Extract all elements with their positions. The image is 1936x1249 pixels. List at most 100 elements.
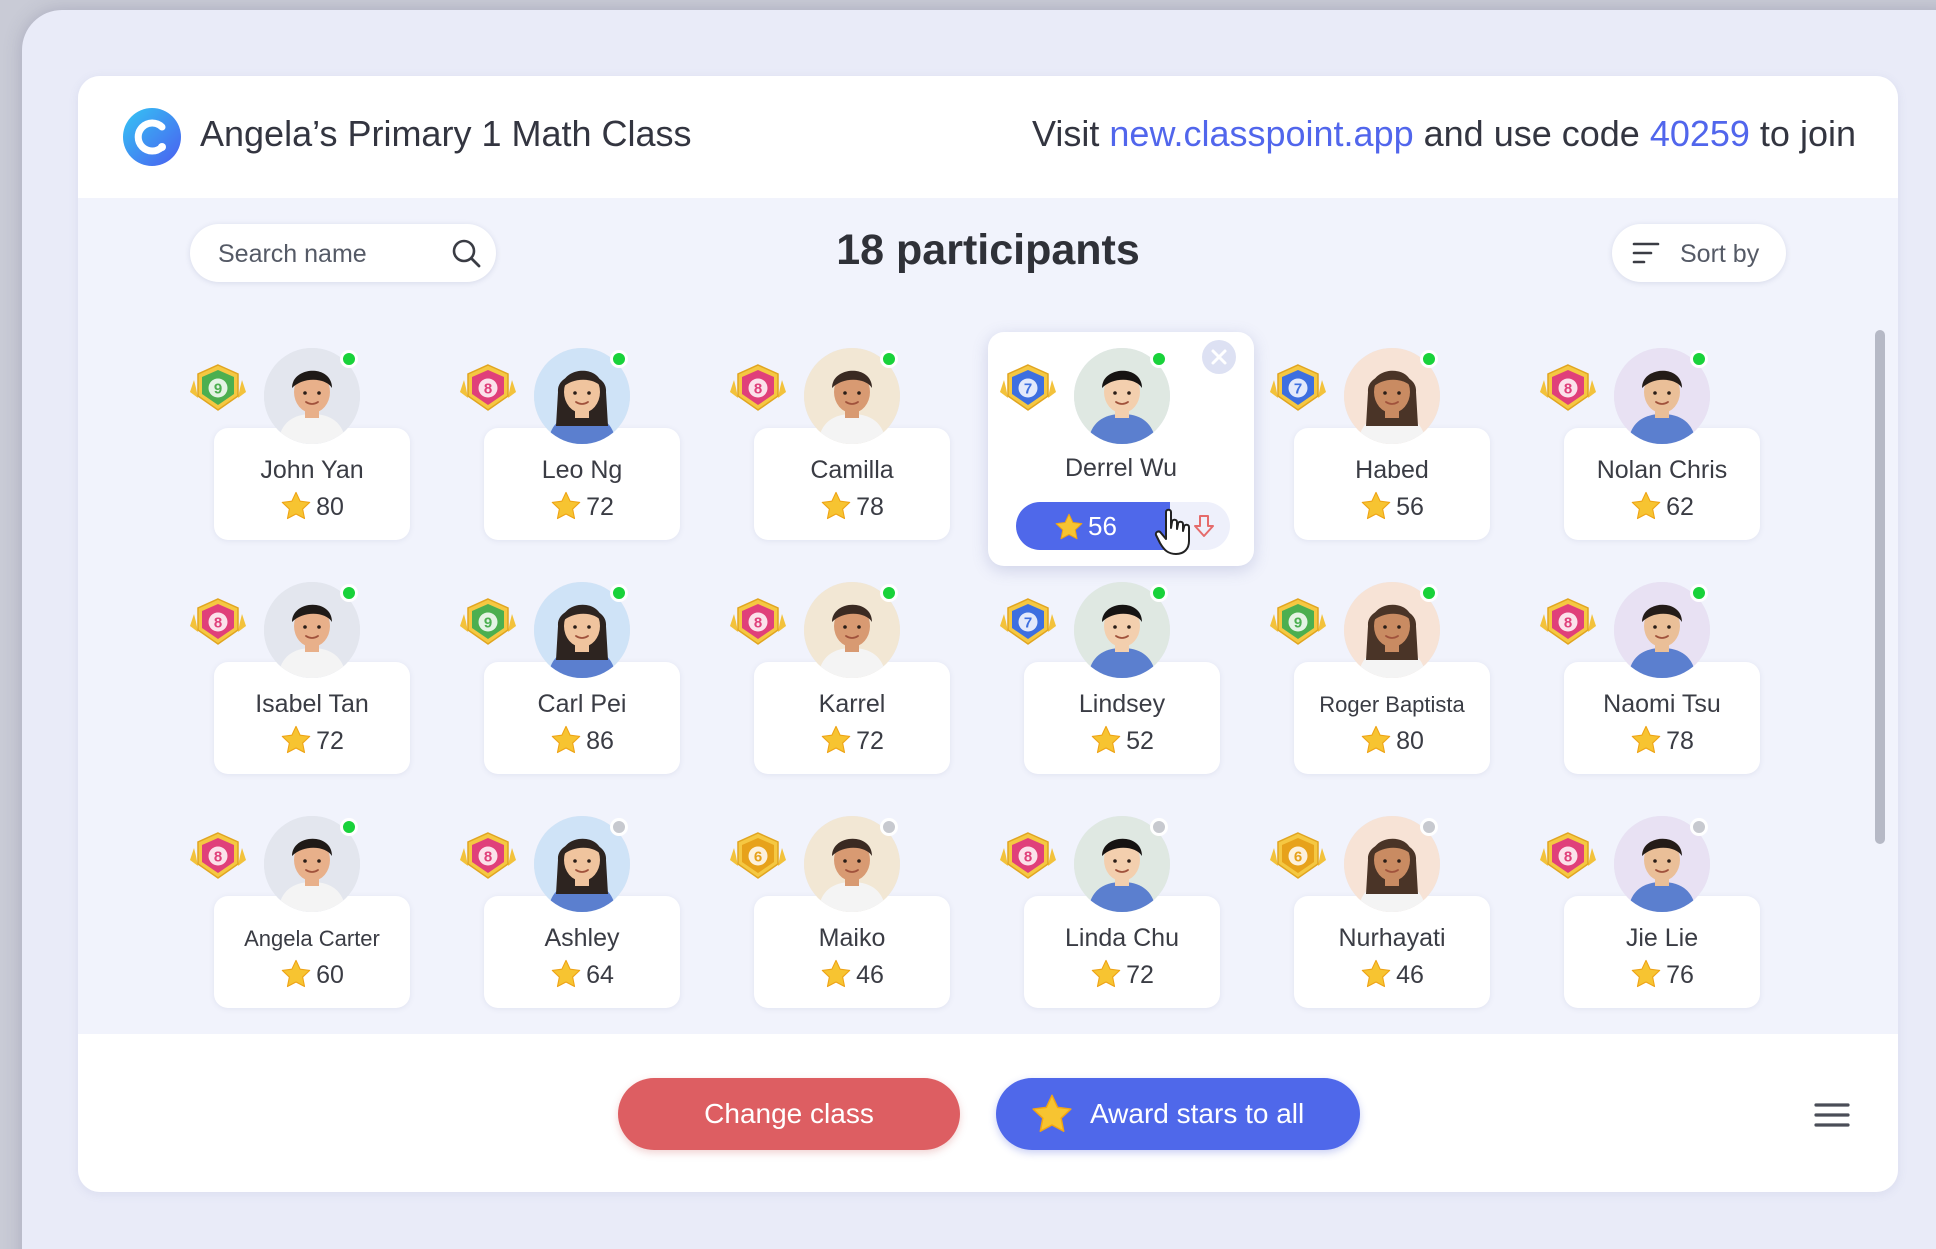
svg-text:9: 9 [484,615,492,632]
participant-stars: 56 [1294,490,1490,522]
star-count-value: 76 [1666,961,1694,989]
participant-stars: 80 [1294,724,1490,756]
star-count-value: 78 [856,493,884,521]
online-status-dot [340,350,358,368]
participant-name: Carl Pei [537,690,627,718]
level-badge-icon: 6 [1268,830,1328,884]
participant-card[interactable]: Habed 56 [1294,428,1490,540]
star-icon [821,959,851,988]
star-icon [1091,725,1121,754]
participant-card[interactable]: Camilla 78 [754,428,950,540]
star-icon [281,491,311,520]
participant-card[interactable]: Nurhayati 46 [1294,896,1490,1008]
participants-grid: John Yan 80 9 Leo Ng 72 8 Camilla 78 8 Derrel Wu 5… [78,76,1898,1192]
participant-name: Linda Chu [1065,924,1179,952]
level-badge-icon: 7 [998,362,1058,416]
level-badge-icon: 8 [1538,362,1598,416]
participant-card[interactable]: Leo Ng 72 [484,428,680,540]
participant-card[interactable]: Karrel 72 [754,662,950,774]
participant-card[interactable]: Angela Carter 60 [214,896,410,1008]
star-count-value: 72 [856,727,884,755]
award-stars-to-all-button[interactable]: Award stars to all [996,1078,1360,1150]
online-status-dot [880,350,898,368]
level-badge-icon: 8 [998,830,1058,884]
participant-card[interactable]: Carl Pei 86 [484,662,680,774]
offline-status-dot [1420,818,1438,836]
svg-text:8: 8 [214,615,222,632]
participant-stars: 46 [754,958,950,990]
offline-status-dot [610,818,628,836]
hand-cursor-icon [1154,508,1194,556]
svg-text:8: 8 [1564,615,1572,632]
participant-card[interactable]: Lindsey 52 [1024,662,1220,774]
participant-stars: 60 [214,958,410,990]
participant-name: Naomi Tsu [1603,690,1721,718]
participant-card[interactable]: Ashley 64 [484,896,680,1008]
star-count-value: 62 [1666,493,1694,521]
svg-text:8: 8 [484,381,492,398]
star-count-value: 86 [586,727,614,755]
participant-name: Ashley [544,924,620,952]
participant-card[interactable]: Maiko 46 [754,896,950,1008]
participant-card[interactable]: Jie Lie 76 [1564,896,1760,1008]
level-badge-icon: 8 [188,830,248,884]
svg-text:8: 8 [754,381,762,398]
change-class-button[interactable]: Change class [618,1078,960,1150]
award-star-control[interactable]: 56 [1016,502,1230,550]
star-icon [1631,491,1661,520]
star-icon [1032,1094,1072,1132]
star-count-value: 52 [1126,727,1154,755]
participant-name: Leo Ng [541,456,623,484]
participant-name: John Yan [260,456,364,484]
online-status-dot [1150,584,1168,602]
participant-name: Lindsey [1078,690,1166,718]
participant-name: Nurhayati [1338,924,1446,952]
participant-stars: 78 [1564,724,1760,756]
hamburger-menu-icon[interactable] [1814,1100,1850,1130]
star-icon [821,725,851,754]
close-icon[interactable] [1202,340,1236,374]
participant-stars: 72 [484,490,680,522]
participant-card[interactable]: Isabel Tan 72 [214,662,410,774]
svg-text:6: 6 [1294,849,1302,866]
star-icon [1631,725,1661,754]
star-icon [1361,491,1391,520]
svg-text:8: 8 [214,849,222,866]
star-count: 56 [1054,511,1117,542]
participant-card[interactable]: Nolan Chris 62 [1564,428,1760,540]
class-panel: Angela’s Primary 1 Math Class Visit new.… [78,76,1898,1192]
online-status-dot [1420,584,1438,602]
participant-card[interactable]: Naomi Tsu 78 [1564,662,1760,774]
participant-name: Isabel Tan [255,690,369,718]
participant-name: Angela Carter [244,926,380,951]
level-badge-icon: 6 [728,830,788,884]
online-status-dot [1150,350,1168,368]
star-count-value: 60 [316,961,344,989]
participant-card[interactable]: Linda Chu 72 [1024,896,1220,1008]
participant-stars: 64 [484,958,680,990]
participant-stars: 72 [1024,958,1220,990]
svg-text:6: 6 [754,849,762,866]
arrow-down-icon[interactable] [1190,512,1218,540]
level-badge-icon: 8 [728,596,788,650]
level-badge-icon: 9 [458,596,518,650]
star-count-value: 56 [1396,493,1424,521]
participant-name: Camilla [810,456,894,484]
svg-text:8: 8 [1564,381,1572,398]
level-badge-icon: 9 [188,362,248,416]
participant-card[interactable]: John Yan 80 [214,428,410,540]
star-count-value: 72 [1126,961,1154,989]
star-count-value: 46 [856,961,884,989]
participant-card[interactable]: Roger Baptista 80 [1294,662,1490,774]
participant-stars: 86 [484,724,680,756]
participant-stars: 78 [754,490,950,522]
footer-bar [78,1034,1898,1192]
level-badge-icon: 7 [1268,362,1328,416]
svg-text:8: 8 [1564,849,1572,866]
svg-text:7: 7 [1024,381,1032,398]
offline-status-dot [1150,818,1168,836]
online-status-dot [1690,350,1708,368]
level-badge-icon: 8 [1538,830,1598,884]
star-count-value: 56 [1088,511,1117,541]
level-badge-icon: 9 [1268,596,1328,650]
